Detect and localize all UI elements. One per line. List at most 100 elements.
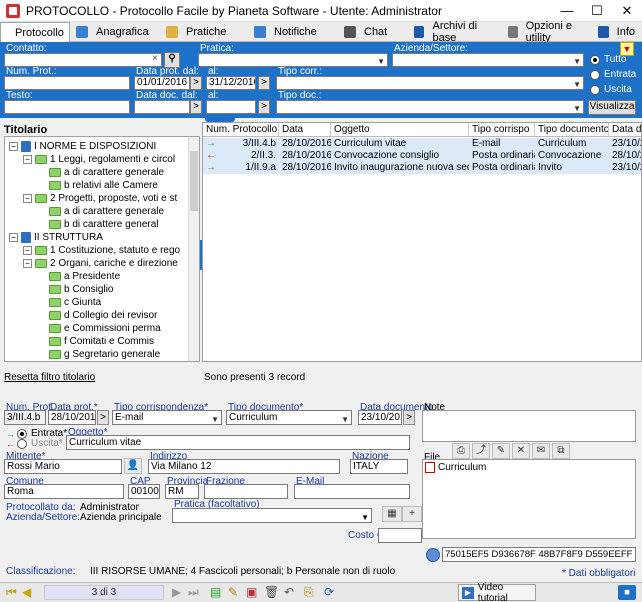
delete-record-icon[interactable]: 🗑 <box>264 585 279 599</box>
frazione-field[interactable] <box>204 484 288 499</box>
expand-toggle-icon[interactable]: − <box>23 246 32 255</box>
provincia-field[interactable]: RM <box>165 484 199 499</box>
data-prot-button[interactable]: > <box>97 410 109 425</box>
oggetto-field[interactable]: Curriculum vitae <box>66 435 410 450</box>
table-row[interactable]: → 1/II.9.a 28/10/2016 Invito inaugurazione … <box>203 162 641 174</box>
first-record-icon[interactable]: ⏮ <box>6 585 17 599</box>
tipo-doc-select[interactable]: Curriculum ▼ <box>226 410 352 425</box>
new-record-icon[interactable]: ▤ <box>210 585 221 599</box>
close-button[interactable]: ✕ <box>612 0 642 22</box>
tipo-corr-select[interactable]: E-mail ▼ <box>112 410 222 425</box>
tab-anagrafica[interactable]: Anagrafica <box>70 22 160 42</box>
cap-field[interactable]: 00100 <box>128 484 160 499</box>
edit-record-icon[interactable]: ✎ <box>228 585 238 599</box>
azienda-select[interactable]: ▼ <box>392 53 584 67</box>
column-header[interactable]: Data do <box>609 123 641 137</box>
undo-icon[interactable]: ↶ <box>284 585 294 599</box>
logout-icon[interactable]: ◼ <box>618 585 636 600</box>
tab-archivi-di-base[interactable]: Archivi di base <box>408 20 502 44</box>
pratica-open-icon[interactable]: ▦ <box>382 506 402 522</box>
tree-node[interactable]: c Giunta <box>37 296 101 309</box>
email-field[interactable] <box>294 484 410 499</box>
tipo-corr-filter-select[interactable]: ▼ <box>276 76 584 90</box>
data-doc-al-input[interactable] <box>206 100 256 114</box>
tree-node[interactable]: − 2 Progetti, proposte, voti e st <box>23 192 177 205</box>
data-doc-button[interactable]: > <box>403 410 415 425</box>
data-prot-dal-input[interactable]: 01/01/2016 <box>134 76 190 90</box>
file-list[interactable]: Curriculum <box>422 459 636 539</box>
data-prot-al-button[interactable]: > <box>258 76 270 90</box>
data-doc-dal-input[interactable] <box>134 100 190 114</box>
tree-scrollbar[interactable] <box>188 137 199 361</box>
tab-protocollo[interactable]: Protocollo <box>0 22 70 42</box>
expand-toggle-icon[interactable]: − <box>23 155 32 164</box>
pratica-new-icon[interactable]: + <box>402 506 422 522</box>
tree-node[interactable]: − 1 Leggi, regolamenti e circol <box>23 153 175 166</box>
expand-toggle-icon[interactable]: − <box>9 142 18 151</box>
tree-node[interactable]: g Segretario generale <box>37 348 160 361</box>
save-record-icon[interactable]: ▣ <box>246 585 257 599</box>
last-record-icon[interactable]: ⏭ <box>188 585 199 599</box>
tab-chat[interactable]: Chat <box>338 22 408 42</box>
tree-node[interactable]: a Presidente <box>37 270 120 283</box>
comune-field[interactable]: Roma <box>4 484 124 499</box>
data-prot-al-input[interactable]: 31/12/2016 <box>206 76 256 90</box>
tree-node[interactable]: e Commissioni perma <box>37 322 161 335</box>
print-icon[interactable]: ⎘ <box>304 585 314 599</box>
mail-icon[interactable]: ✉ <box>532 443 550 459</box>
num-prot-filter-input[interactable] <box>4 76 130 90</box>
column-header[interactable]: Oggetto <box>331 123 469 137</box>
pratica-detail-select[interactable]: ▼ <box>172 508 372 523</box>
minimize-button[interactable]: — <box>552 0 582 22</box>
next-record-icon[interactable]: ▶ <box>172 585 181 599</box>
table-row[interactable]: → 3/III.4.b 28/10/2016 Curriculum vitae E-ma… <box>203 138 641 150</box>
tree-node[interactable]: − 1 Costituzione, statuto e rego <box>23 244 180 257</box>
tree-node[interactable]: − I NORME E DISPOSIZIONI <box>9 140 156 153</box>
indirizzo-field[interactable]: Via Milano 12 <box>148 459 340 474</box>
nazione-field[interactable]: ITALY <box>350 459 408 474</box>
note-field[interactable] <box>422 410 636 442</box>
radio-entrata[interactable]: Entrata <box>590 69 636 80</box>
expand-toggle-icon[interactable]: − <box>9 233 18 242</box>
tab-notifiche[interactable]: Notifiche <box>248 22 338 42</box>
column-header[interactable]: Tipo documento <box>535 123 609 137</box>
mittente-field[interactable]: Rossi Mario <box>4 459 122 474</box>
column-header[interactable]: Tipo corrispo <box>469 123 535 137</box>
file-item[interactable]: Curriculum <box>425 462 486 473</box>
tree-node[interactable]: a di carattere generale <box>37 166 164 179</box>
data-doc-field[interactable]: 23/10/2016 <box>358 410 402 425</box>
column-header[interactable]: Num. Protocollo <box>203 123 279 137</box>
tree-node[interactable]: − 2 Organi, cariche e direzione <box>23 257 178 270</box>
tree-node[interactable]: b Consiglio <box>37 283 113 296</box>
radio-uscita[interactable]: Uscita <box>590 84 632 95</box>
tree-node[interactable]: b relativi alle Camere <box>37 179 158 192</box>
data-doc-dal-button[interactable]: > <box>190 100 202 114</box>
hash-icon[interactable] <box>426 548 440 562</box>
tree-node[interactable]: − II STRUTTURA <box>9 231 103 244</box>
tree-node[interactable]: b di carattere general <box>37 218 159 231</box>
column-header[interactable]: Data <box>279 123 331 137</box>
reset-titolario-link[interactable]: Resetta filtro titolario <box>4 372 95 383</box>
uscita-radio[interactable]: ← Uscita* <box>6 438 63 449</box>
copy-icon[interactable]: ⧉ <box>552 443 570 459</box>
data-prot-field[interactable]: 28/10/2016 <box>48 410 96 425</box>
tab-pratiche[interactable]: Pratiche <box>160 22 248 42</box>
attach-icon[interactable]: ⤴ <box>472 443 490 459</box>
delete-icon[interactable]: ✕ <box>512 443 530 459</box>
radio-tutto[interactable]: Tutto <box>590 54 626 65</box>
prev-record-icon[interactable]: ◀ <box>22 585 31 599</box>
protocol-grid[interactable]: Num. Protocollo Data Oggetto Tipo corrispo T… <box>202 122 642 362</box>
refresh-icon[interactable]: ⟳ <box>324 585 334 599</box>
costo-field[interactable] <box>378 528 422 543</box>
video-tutorial-button[interactable]: ▶ Video tutorial <box>458 582 536 602</box>
expand-toggle-icon[interactable]: − <box>23 259 32 268</box>
tree-node[interactable]: d Collegio dei revisor <box>37 309 157 322</box>
clear-contatto-icon[interactable]: × <box>152 53 158 64</box>
visualizza-button[interactable]: Visualizza <box>588 100 636 115</box>
scan-icon[interactable]: ⎙ <box>452 443 470 459</box>
table-row[interactable]: ← 2/II.3. 28/10/2016 Convocazione consiglio… <box>203 150 641 162</box>
maximize-button[interactable]: ☐ <box>582 0 612 22</box>
tree-node[interactable]: a di carattere generale <box>37 205 164 218</box>
tipo-doc-filter-select[interactable]: ▼ <box>276 100 584 114</box>
contact-lookup-icon[interactable]: 👤 <box>124 458 142 474</box>
